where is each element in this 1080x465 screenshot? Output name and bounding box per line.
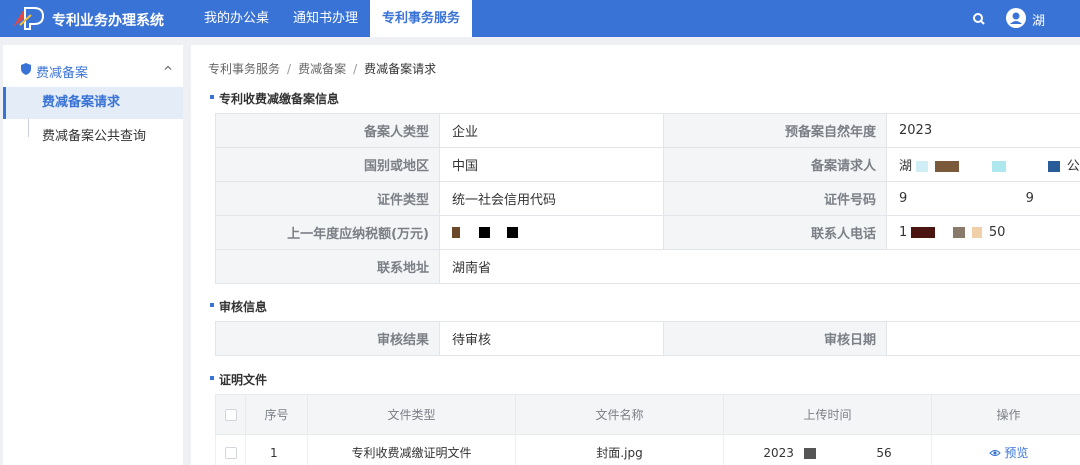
filer-type-value: 企业 — [439, 113, 664, 148]
review-row: 审核结果 待审核 审核日期 — [215, 321, 1080, 356]
preview-label: 预览 — [1004, 446, 1029, 460]
country-label: 国别或地区 — [215, 147, 440, 182]
col-header: 上传时间 — [723, 394, 932, 435]
info-row: 联系地址 湖南省 — [215, 249, 1080, 284]
row-file-type: 专利收费减缴证明文件 — [307, 434, 516, 465]
chevron-up-icon[interactable] — [163, 63, 173, 73]
filer-type-label: 备案人类型 — [215, 113, 440, 148]
redaction-mask — [952, 227, 965, 238]
nav-my-desk[interactable]: 我的办公桌 — [192, 0, 281, 37]
phone-tail: 50 — [988, 225, 1006, 240]
info-table: 备案人类型 企业 预备案自然年度 2023 国别或地区 中国 备案请求人 湖 公… — [215, 113, 1080, 284]
phone-value: 1 50 — [886, 215, 1080, 250]
id-no-tail: 9 — [1025, 191, 1034, 206]
col-header: 序号 — [245, 394, 308, 435]
sidebar: 费减备案 费减备案请求 费减备案公共查询 — [3, 45, 183, 465]
info-row: 备案人类型 企业 预备案自然年度 2023 — [215, 113, 1080, 148]
breadcrumb-sep: / — [353, 62, 358, 76]
user-name[interactable]: 湖 — [1032, 10, 1045, 29]
id-no-head: 9 — [899, 191, 908, 206]
nav-patent-services[interactable]: 专利事务服务 — [370, 0, 473, 37]
sidebar-item-request[interactable]: 费减备案请求 — [3, 87, 183, 119]
breadcrumb-current: 费减备案请求 — [364, 62, 437, 76]
row-no: 1 — [245, 434, 308, 465]
id-no-label: 证件号码 — [663, 181, 887, 216]
table-row: 1 专利收费减缴证明文件 封面.jpg 2023 56 预览 — [215, 434, 1080, 465]
id-type-label: 证件类型 — [215, 181, 440, 216]
user-icon[interactable] — [1006, 8, 1026, 28]
section-title-review: 审核信息 — [209, 300, 268, 314]
redaction-mask — [452, 227, 460, 238]
row-upload-time: 2023 56 — [723, 434, 932, 465]
upload-time-tail: 56 — [876, 445, 892, 460]
requester-visible-text: 湖 — [899, 159, 913, 174]
requester-label: 备案请求人 — [663, 147, 887, 182]
main-nav: 我的办公桌 通知书办理 专利事务服务 — [192, 0, 473, 37]
review-date-label: 审核日期 — [663, 321, 887, 356]
select-all-cell — [215, 394, 246, 435]
redaction-mask — [507, 227, 519, 238]
files-header-row: 序号 文件类型 文件名称 上传时间 操作 — [215, 394, 1080, 435]
search-icon[interactable] — [966, 6, 992, 32]
redaction-mask — [911, 227, 936, 238]
review-result-value: 待审核 — [439, 321, 664, 356]
top-bar: 专利业务办理系统 我的办公桌 通知书办理 专利事务服务 湖 — [0, 0, 1080, 37]
address-label: 联系地址 — [215, 249, 440, 284]
row-action-cell: 预览 — [931, 434, 1080, 465]
col-header: 操作 — [931, 394, 1080, 435]
row-select-cell — [215, 434, 246, 465]
id-type-value: 统一社会信用代码 — [439, 181, 664, 216]
redaction-mask — [971, 227, 982, 238]
review-date-value — [886, 321, 1080, 356]
redaction-mask — [992, 161, 1007, 172]
main-content: 专利事务服务 / 费减备案 / 费减备案请求 专利收费减缴备案信息 备案人类型 企业 预… — [191, 45, 1080, 465]
shield-icon — [21, 63, 31, 75]
info-row: 国别或地区 中国 备案请求人 湖 公司 — [215, 147, 1080, 182]
system-title: 专利业务办理系统 — [52, 13, 164, 29]
col-header: 文件类型 — [307, 394, 516, 435]
breadcrumb-item[interactable]: 费减备案 — [298, 62, 346, 76]
nav-notice[interactable]: 通知书办理 — [281, 0, 370, 37]
breadcrumb-sep: / — [287, 62, 292, 76]
patent-logo-icon — [13, 7, 45, 30]
row-checkbox[interactable] — [224, 447, 237, 459]
sidebar-group-fee-reduction[interactable]: 费减备案 — [3, 57, 183, 85]
breadcrumb-item[interactable]: 专利事务服务 — [208, 62, 280, 76]
review-table: 审核结果 待审核 审核日期 — [215, 321, 1080, 356]
redaction-mask — [935, 161, 960, 172]
requester-value: 湖 公司 — [886, 147, 1080, 182]
year-label: 预备案自然年度 — [663, 113, 887, 148]
sidebar-group-label: 费减备案 — [36, 66, 89, 81]
id-no-value: 9 9 — [886, 181, 1080, 216]
breadcrumb: 专利事务服务 / 费减备案 / 费减备案请求 — [208, 60, 436, 77]
section-title-files: 证明文件 — [209, 373, 268, 387]
col-header: 文件名称 — [515, 394, 724, 435]
redaction-mask — [916, 161, 929, 172]
eye-icon — [988, 450, 1001, 456]
upload-time-head: 2023 — [763, 445, 794, 460]
info-row: 上一年度应纳税额(万元) 联系人电话 1 50 — [215, 215, 1080, 250]
row-file-name: 封面.jpg — [515, 434, 724, 465]
country-value: 中国 — [439, 147, 664, 182]
select-all-checkbox[interactable] — [224, 409, 237, 421]
section-title-info: 专利收费减缴备案信息 — [209, 92, 340, 106]
info-row: 证件类型 统一社会信用代码 证件号码 9 9 — [215, 181, 1080, 216]
redaction-mask — [479, 227, 491, 238]
redaction-mask — [803, 447, 816, 459]
phone-head: 1 — [899, 225, 908, 240]
address-value: 湖南省 — [439, 249, 1080, 284]
sidebar-item-public-query[interactable]: 费减备案公共查询 — [3, 121, 183, 153]
year-value: 2023 — [886, 113, 1080, 148]
tax-value — [439, 215, 664, 250]
requester-tail-text: 公司 — [1066, 159, 1080, 174]
tax-label: 上一年度应纳税额(万元) — [215, 215, 440, 250]
phone-label: 联系人电话 — [663, 215, 887, 250]
redaction-mask — [1047, 161, 1060, 172]
review-result-label: 审核结果 — [215, 321, 440, 356]
files-table: 序号 文件类型 文件名称 上传时间 操作 1 专利收费减缴证明文件 封面.jpg… — [215, 394, 1080, 465]
preview-link[interactable]: 预览 — [988, 446, 1029, 460]
